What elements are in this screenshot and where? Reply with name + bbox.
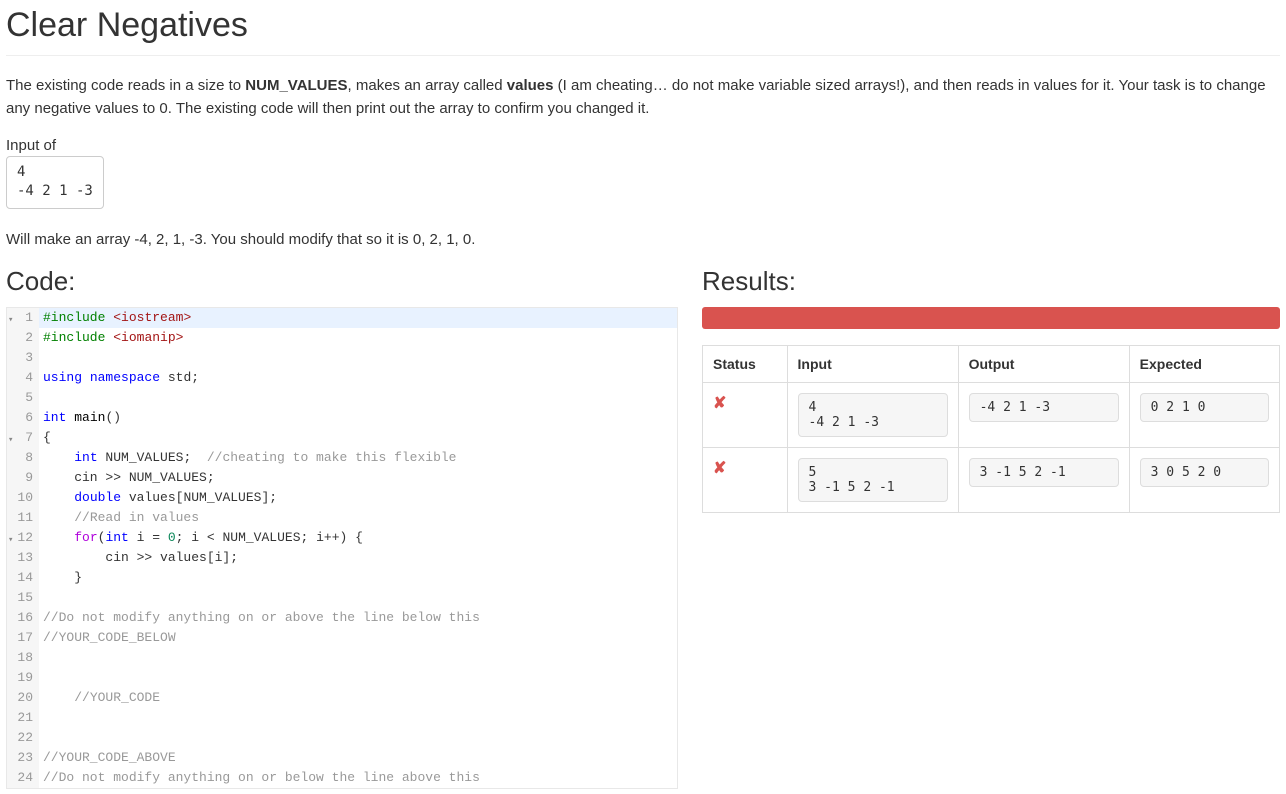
- code-line[interactable]: [39, 668, 677, 688]
- line-number: 2: [11, 328, 33, 348]
- code-line[interactable]: int NUM_VALUES; //cheating to make this …: [39, 448, 677, 468]
- line-number: 17: [11, 628, 33, 648]
- line-number: 14: [11, 568, 33, 588]
- line-number: 10: [11, 488, 33, 508]
- page-title: Clear Negatives: [6, 6, 1280, 56]
- sample-input: 4 -4 2 1 -3: [6, 156, 104, 209]
- code-line[interactable]: [39, 648, 677, 668]
- desc-bold-values: values: [507, 77, 554, 94]
- line-number: 11: [11, 508, 33, 528]
- line-number: 20: [11, 688, 33, 708]
- code-line[interactable]: {: [39, 428, 677, 448]
- table-row: ✘ 5 3 -1 5 2 -1 3 -1 5 2 -1 3 0 5 2 0: [703, 447, 1280, 512]
- result-expected: 0 2 1 0: [1140, 393, 1269, 422]
- col-input: Input: [787, 345, 958, 382]
- line-number: 18: [11, 648, 33, 668]
- line-number: 7: [11, 428, 33, 448]
- code-line[interactable]: [39, 588, 677, 608]
- line-number: 1: [11, 308, 33, 328]
- code-line[interactable]: double values[NUM_VALUES];: [39, 488, 677, 508]
- code-line[interactable]: [39, 728, 677, 748]
- code-panel: Code: 1234567891011121314151617181920212…: [6, 266, 678, 789]
- desc-bold-numvalues: NUM_VALUES: [245, 77, 347, 94]
- line-number: 9: [11, 468, 33, 488]
- line-number: 24: [11, 768, 33, 788]
- line-number: 19: [11, 668, 33, 688]
- code-editor[interactable]: 123456789101112131415161718192021222324 …: [6, 307, 678, 789]
- result-output: 3 -1 5 2 -1: [969, 458, 1119, 487]
- results-status-bar: [702, 307, 1280, 329]
- col-status: Status: [703, 345, 788, 382]
- line-number: 16: [11, 608, 33, 628]
- col-output: Output: [958, 345, 1129, 382]
- code-line[interactable]: cin >> values[i];: [39, 548, 677, 568]
- code-line[interactable]: //YOUR_CODE: [39, 688, 677, 708]
- line-number: 13: [11, 548, 33, 568]
- result-input: 5 3 -1 5 2 -1: [798, 458, 948, 502]
- code-line[interactable]: //YOUR_CODE_ABOVE: [39, 748, 677, 768]
- input-of-label: Input of: [6, 137, 1280, 154]
- results-heading: Results:: [702, 266, 1280, 297]
- code-body[interactable]: #include <iostream>#include <iomanip> usi…: [39, 308, 677, 788]
- line-number: 6: [11, 408, 33, 428]
- line-number: 23: [11, 748, 33, 768]
- code-line[interactable]: //Read in values: [39, 508, 677, 528]
- code-gutter: 123456789101112131415161718192021222324: [7, 308, 39, 788]
- col-expected: Expected: [1129, 345, 1279, 382]
- result-expected: 3 0 5 2 0: [1140, 458, 1269, 487]
- results-panel: Results: Status Input Output Expected ✘ 4…: [702, 266, 1280, 789]
- code-line[interactable]: //Do not modify anything on or below the…: [39, 768, 677, 788]
- code-line[interactable]: [39, 388, 677, 408]
- results-table: Status Input Output Expected ✘ 4 -4 2 1 -…: [702, 345, 1280, 513]
- code-line[interactable]: [39, 708, 677, 728]
- code-line[interactable]: cin >> NUM_VALUES;: [39, 468, 677, 488]
- code-line[interactable]: for(int i = 0; i < NUM_VALUES; i++) {: [39, 528, 677, 548]
- code-line[interactable]: using namespace std;: [39, 368, 677, 388]
- code-line[interactable]: }: [39, 568, 677, 588]
- x-icon: ✘: [713, 395, 726, 412]
- post-input-description: Will make an array -4, 2, 1, -3. You sho…: [6, 231, 1280, 248]
- code-heading: Code:: [6, 266, 678, 297]
- line-number: 5: [11, 388, 33, 408]
- line-number: 3: [11, 348, 33, 368]
- line-number: 22: [11, 728, 33, 748]
- code-line[interactable]: //YOUR_CODE_BELOW: [39, 628, 677, 648]
- code-line[interactable]: int main(): [39, 408, 677, 428]
- result-output: -4 2 1 -3: [969, 393, 1119, 422]
- line-number: 12: [11, 528, 33, 548]
- x-icon: ✘: [713, 460, 726, 477]
- line-number: 15: [11, 588, 33, 608]
- code-line[interactable]: #include <iomanip>: [39, 328, 677, 348]
- problem-description: The existing code reads in a size to NUM…: [6, 74, 1280, 121]
- table-row: ✘ 4 -4 2 1 -3 -4 2 1 -3 0 2 1 0: [703, 382, 1280, 447]
- code-line[interactable]: [39, 348, 677, 368]
- code-line[interactable]: #include <iostream>: [39, 308, 677, 328]
- code-line[interactable]: //Do not modify anything on or above the…: [39, 608, 677, 628]
- result-input: 4 -4 2 1 -3: [798, 393, 948, 437]
- line-number: 4: [11, 368, 33, 388]
- line-number: 21: [11, 708, 33, 728]
- line-number: 8: [11, 448, 33, 468]
- desc-text: The existing code reads in a size to: [6, 77, 245, 94]
- desc-text: , makes an array called: [348, 77, 507, 94]
